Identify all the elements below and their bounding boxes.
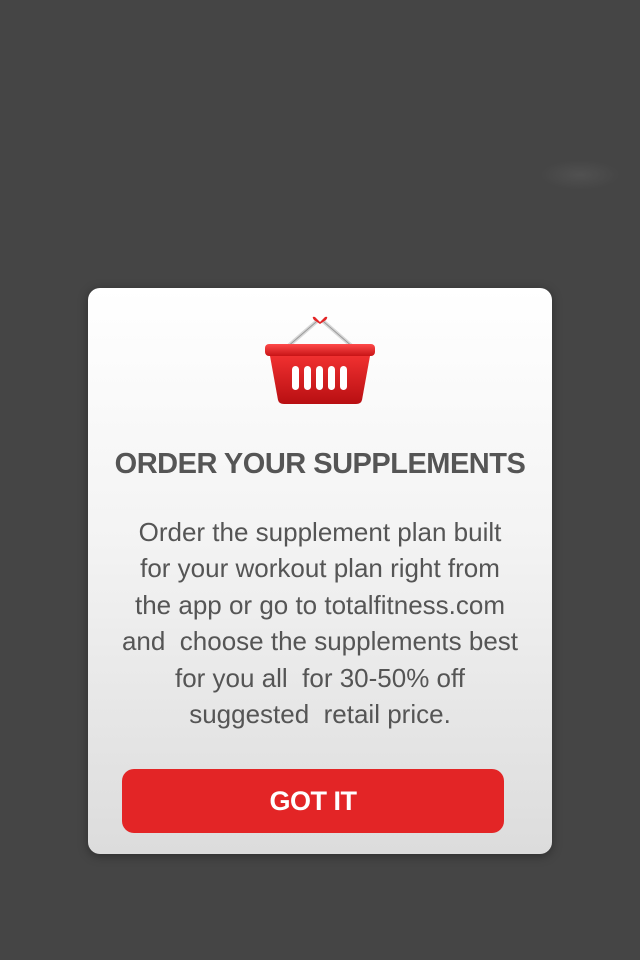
message-line: and choose the supplements best (121, 626, 519, 657)
dialog-message: Order the supplement plan built for your… (102, 514, 538, 732)
message-line: for your workout plan right from (140, 553, 500, 584)
message-line: suggested retail price. (189, 699, 451, 730)
background-glint (540, 160, 620, 190)
got-it-button[interactable]: GOT IT (122, 769, 504, 833)
screen: ORDER YOUR SUPPLEMENTS Order the supplem… (0, 0, 640, 960)
message-line: the app or go to totalfitness.com (135, 589, 505, 620)
message-line: Order the supplement plan built (138, 517, 502, 547)
dialog-title: ORDER YOUR SUPPLEMENTS (114, 448, 526, 480)
shopping-basket-icon (265, 316, 375, 404)
supplements-dialog: ORDER YOUR SUPPLEMENTS Order the supplem… (88, 288, 552, 854)
message-line: for you all for 30-50% off (174, 662, 465, 693)
